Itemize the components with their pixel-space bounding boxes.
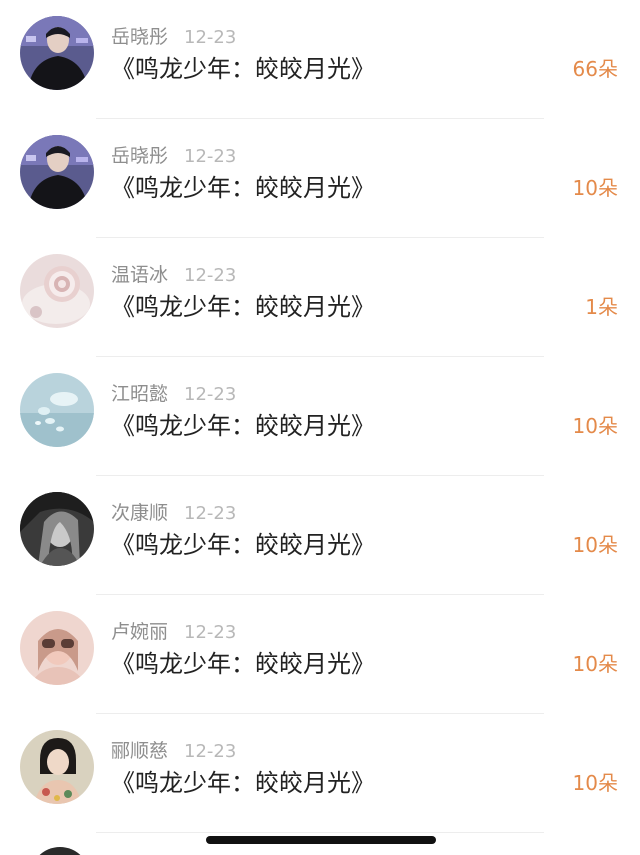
avatar-image: [20, 730, 94, 804]
item-meta: 郦顺慈 12-23: [111, 738, 236, 764]
list-item[interactable]: 温语冰 12-23 《鸣龙少年：皎皎月光》 1朵: [0, 238, 640, 357]
list-item[interactable]: 岳晓彤 12-23 《鸣龙少年：皎皎月光》 66朵: [0, 0, 640, 119]
gift-date: 12-23: [184, 27, 237, 48]
gift-amount: 10朵: [572, 414, 618, 438]
avatar-image: [20, 254, 94, 328]
item-meta: 岳晓彤 12-23: [111, 24, 236, 50]
sender-name[interactable]: 江昭懿: [111, 383, 168, 405]
item-meta: 卢婉丽 12-23: [111, 619, 236, 645]
gift-list: 岳晓彤 12-23 《鸣龙少年：皎皎月光》 66朵 岳晓彤 12-23 《鸣龙少年：…: [0, 0, 640, 855]
gift-message: 《鸣龙少年：皎皎月光》: [111, 55, 375, 83]
sender-name[interactable]: 温语冰: [111, 264, 168, 286]
sender-name[interactable]: 卢婉丽: [111, 621, 168, 643]
avatar[interactable]: [20, 373, 94, 447]
gift-date: 12-23: [184, 741, 237, 762]
gift-message: 《鸣龙少年：皎皎月光》: [111, 293, 375, 321]
gift-message: 《鸣龙少年：皎皎月光》: [111, 650, 375, 678]
avatar-image: [20, 373, 94, 447]
avatar-image: [20, 492, 94, 566]
gift-date: 12-23: [184, 265, 237, 286]
avatar[interactable]: [20, 492, 94, 566]
list-item[interactable]: 次康顺 12-23 《鸣龙少年：皎皎月光》 10朵: [0, 476, 640, 595]
gift-amount: 1朵: [585, 295, 618, 319]
gift-date: 12-23: [184, 622, 237, 643]
next-item-avatar: [30, 847, 90, 855]
sender-name[interactable]: 岳晓彤: [111, 26, 168, 48]
item-meta: 江昭懿 12-23: [111, 381, 236, 407]
avatar-image: [20, 16, 94, 90]
list-item[interactable]: 岳晓彤 12-23 《鸣龙少年：皎皎月光》 10朵: [0, 119, 640, 238]
avatar[interactable]: [20, 611, 94, 685]
gift-date: 12-23: [184, 503, 237, 524]
list-item[interactable]: 江昭懿 12-23 《鸣龙少年：皎皎月光》 10朵: [0, 357, 640, 476]
gift-message: 《鸣龙少年：皎皎月光》: [111, 531, 375, 559]
gift-amount: 66朵: [572, 57, 618, 81]
gift-date: 12-23: [184, 384, 237, 405]
sender-name[interactable]: 岳晓彤: [111, 145, 168, 167]
home-indicator[interactable]: [206, 836, 436, 844]
item-meta: 次康顺 12-23: [111, 500, 236, 526]
gift-message: 《鸣龙少年：皎皎月光》: [111, 769, 375, 797]
sender-name[interactable]: 次康顺: [111, 502, 168, 524]
divider: [96, 832, 544, 833]
list-item[interactable]: 郦顺慈 12-23 《鸣龙少年：皎皎月光》 10朵: [0, 714, 640, 833]
gift-amount: 10朵: [572, 176, 618, 200]
gift-amount: 10朵: [572, 771, 618, 795]
avatar[interactable]: [20, 730, 94, 804]
gift-date: 12-23: [184, 146, 237, 167]
gift-amount: 10朵: [572, 533, 618, 557]
avatar-image: [20, 611, 94, 685]
item-meta: 岳晓彤 12-23: [111, 143, 236, 169]
list-item[interactable]: 卢婉丽 12-23 《鸣龙少年：皎皎月光》 10朵: [0, 595, 640, 714]
avatar[interactable]: [20, 16, 94, 90]
gift-message: 《鸣龙少年：皎皎月光》: [111, 174, 375, 202]
avatar[interactable]: [20, 254, 94, 328]
sender-name[interactable]: 郦顺慈: [111, 740, 168, 762]
avatar[interactable]: [20, 135, 94, 209]
item-meta: 温语冰 12-23: [111, 262, 236, 288]
avatar-image: [20, 135, 94, 209]
gift-amount: 10朵: [572, 652, 618, 676]
gift-message: 《鸣龙少年：皎皎月光》: [111, 412, 375, 440]
